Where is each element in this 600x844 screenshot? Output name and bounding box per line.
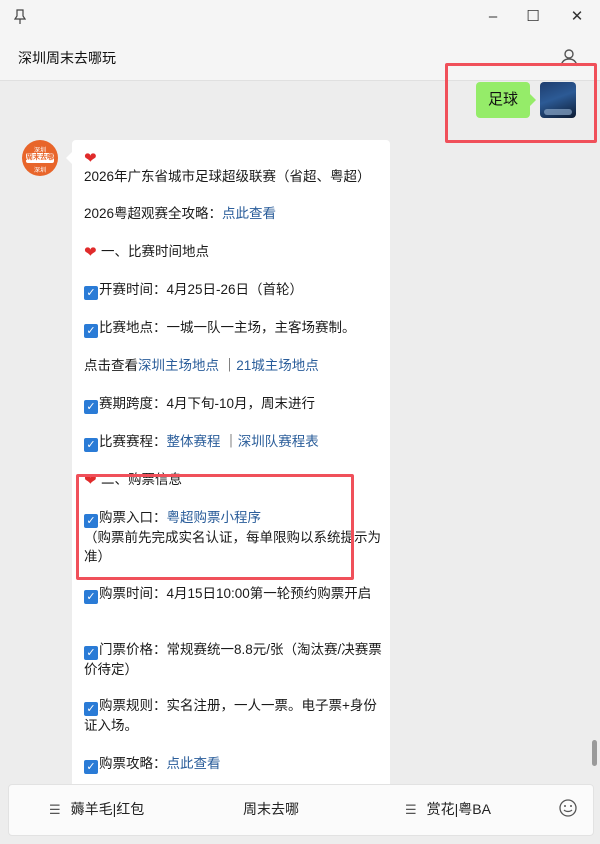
highlight-box-ticket bbox=[76, 474, 354, 580]
bot-message-bubble: ❤2026年广东省城市足球超级联赛（省超、粤超） 2026粤超观赛全攻略：点此查… bbox=[66, 140, 390, 800]
highlight-box-sent bbox=[445, 63, 597, 143]
schedule-line: ✓ 比赛赛程：整体赛程 ｜深圳队赛程表 bbox=[84, 432, 382, 452]
menu-item-hongbao[interactable]: ☰ 薅羊毛|红包 bbox=[49, 799, 144, 819]
message-title: ❤2026年广东省城市足球超级联赛（省超、粤超） bbox=[84, 150, 371, 184]
guide-line: 2026粤超观赛全攻略：点此查看 bbox=[84, 206, 277, 221]
emoji-icon[interactable] bbox=[557, 797, 579, 819]
city21-venue-link[interactable]: 21城主场地点 bbox=[236, 358, 319, 373]
checkbox-icon: ✓ bbox=[84, 438, 98, 452]
maximize-button[interactable]: ☐ bbox=[519, 5, 547, 29]
bottom-menu-bar: ☰ 薅羊毛|红包 周末去哪 ☰ 赏花|粤BA bbox=[8, 784, 594, 836]
menu-item-weekend[interactable]: 周末去哪 bbox=[243, 799, 299, 819]
checkbox-icon: ✓ bbox=[84, 286, 98, 300]
bot-avatar-line2: 周末去哪 bbox=[26, 153, 54, 163]
ticket-time-line: ✓ 购票时间：4月15日10:00第一轮预约购票开启 bbox=[84, 584, 382, 604]
strategy-line: ✓ 购票攻略：点此查看 bbox=[84, 754, 382, 774]
price-line: ✓ 门票价格：常规赛统一8.8元/张（淘汰赛/决赛票价待定） bbox=[84, 642, 382, 677]
rule-line: ✓ 购票规则：实名注册，一人一票。电子票+身份证入场。 bbox=[84, 698, 377, 733]
menu-item-flowers[interactable]: ☰ 赏花|粤BA bbox=[405, 799, 491, 819]
checkbox-icon: ✓ bbox=[84, 760, 98, 774]
guide-link[interactable]: 点此查看 bbox=[222, 206, 276, 221]
checkbox-icon: ✓ bbox=[84, 702, 98, 716]
shenzhen-schedule-link[interactable]: 深圳队赛程表 bbox=[238, 434, 319, 449]
close-button[interactable]: ✕ bbox=[563, 5, 591, 29]
minimize-button[interactable]: – bbox=[479, 5, 507, 29]
menu-icon: ☰ bbox=[49, 802, 61, 817]
overall-schedule-link[interactable]: 整体赛程 bbox=[167, 434, 221, 449]
time-line: ✓ 开赛时间：4月25日-26日（首轮） bbox=[84, 280, 382, 300]
menu-icon: ☰ bbox=[405, 802, 417, 817]
shenzhen-venue-link[interactable]: 深圳主场地点 bbox=[138, 358, 219, 373]
bot-avatar-line3: 深圳 bbox=[33, 168, 46, 174]
venue-links-line: 点击查看深圳主场地点 ｜21城主场地点 bbox=[84, 358, 319, 373]
strategy-link[interactable]: 点此查看 bbox=[167, 756, 221, 771]
checkbox-icon: ✓ bbox=[84, 646, 98, 660]
heart-icon: ❤ bbox=[84, 244, 97, 261]
bot-avatar[interactable]: 深圳 周末去哪 深圳 bbox=[22, 140, 58, 176]
checkbox-icon: ✓ bbox=[84, 324, 98, 338]
scrollbar-thumb[interactable] bbox=[592, 740, 597, 766]
pin-icon[interactable] bbox=[13, 9, 27, 28]
checkbox-icon: ✓ bbox=[84, 590, 98, 604]
window-titlebar: – ☐ ✕ bbox=[0, 0, 600, 36]
section1-heading: ❤ 一、比赛时间地点 bbox=[84, 244, 209, 261]
chat-title: 深圳周末去哪玩 bbox=[18, 50, 116, 66]
heart-icon: ❤ bbox=[84, 150, 97, 167]
span-line: ✓ 赛期跨度：4月下旬-10月，周末进行 bbox=[84, 394, 382, 414]
checkbox-icon: ✓ bbox=[84, 400, 98, 414]
venue-line: ✓ 比赛地点：一城一队一主场，主客场赛制。 bbox=[84, 318, 382, 338]
